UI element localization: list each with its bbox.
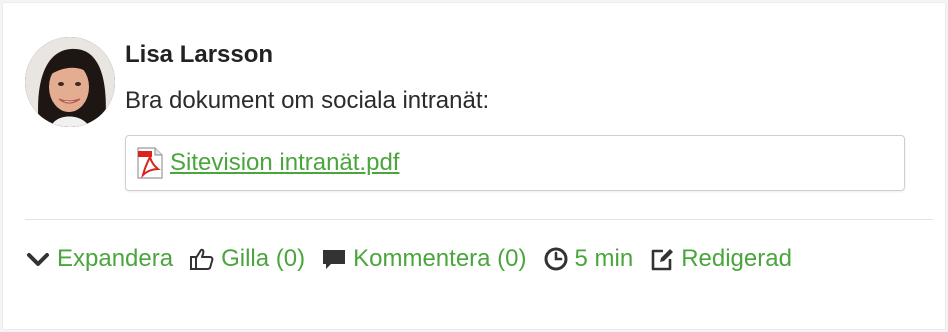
- comment-icon: [321, 246, 347, 272]
- comment-button[interactable]: Kommentera (0): [321, 245, 527, 273]
- divider: [25, 219, 933, 220]
- like-label: Gilla (0): [221, 245, 306, 272]
- expand-label: Expandera: [57, 245, 174, 272]
- attachment-link[interactable]: Sitevision intranät.pdf: [170, 149, 399, 177]
- expand-button[interactable]: Expandera: [25, 245, 173, 273]
- chevron-down-icon: [25, 246, 51, 272]
- like-button[interactable]: Gilla (0): [189, 245, 305, 273]
- edited-label: Redigerad: [681, 245, 792, 272]
- time-label: 5 min: [574, 245, 634, 272]
- avatar-image: [25, 37, 115, 127]
- post-card: Lisa Larsson Bra dokument om sociala int…: [2, 2, 946, 330]
- comment-label: Kommentera (0): [353, 245, 527, 272]
- thumbs-up-icon: [189, 246, 215, 272]
- post-time: 5 min: [543, 245, 634, 273]
- clock-icon: [543, 246, 569, 272]
- avatar[interactable]: [25, 37, 115, 127]
- author-name[interactable]: Lisa Larsson: [125, 41, 273, 69]
- pdf-icon: [136, 147, 164, 179]
- attachment-box: Sitevision intranät.pdf: [125, 135, 905, 191]
- edited-indicator[interactable]: Redigerad: [649, 245, 792, 273]
- edit-icon: [649, 246, 675, 272]
- action-bar: Expandera Gilla (0) Kommentera (0) 5 min…: [25, 241, 808, 277]
- post-text: Bra dokument om sociala intranät:: [125, 87, 490, 114]
